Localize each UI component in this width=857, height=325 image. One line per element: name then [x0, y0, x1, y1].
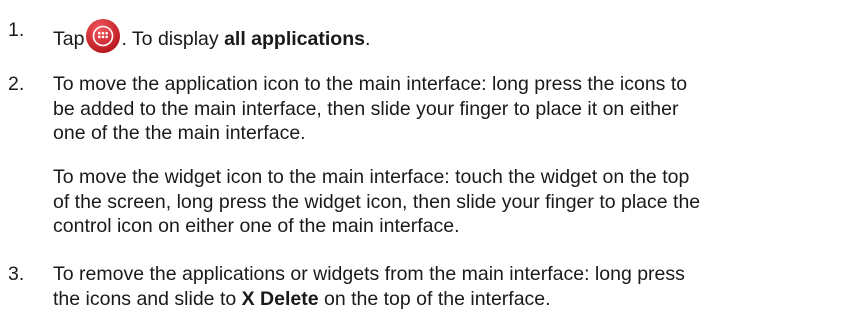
step-2-extra-paragraph: To move the widget icon to the main inte… [53, 165, 853, 239]
step-number: 2. [8, 73, 25, 95]
step-3-line-1: To remove the applications or widgets fr… [53, 263, 685, 285]
step-2-extra-line-1: To move the widget icon to the main inte… [53, 166, 690, 188]
step-number: 1. [8, 19, 25, 41]
step-number: 3. [8, 263, 25, 285]
step-1-bold-text: all applications [224, 28, 365, 50]
step-2-line-2: be added to the main interface, then sli… [53, 97, 679, 120]
step-2-line-1: To move the application icon to the main… [53, 73, 688, 95]
step-3-line-2-before: the icons and slide to [53, 287, 242, 310]
step-2-extra-line-3: control icon on either one of the main i… [53, 215, 460, 237]
step-text: To remove the applications or widgets fr… [53, 262, 853, 311]
step-3-bold-text: X Delete [241, 287, 319, 310]
step-2-line-3: one of the the main interface. [53, 122, 306, 144]
step-text: Tap . To display all applications. [53, 18, 853, 54]
step-1-end: . [364, 28, 371, 50]
step-1-text-after: . To display [121, 28, 225, 50]
step-3-line-2-after: on the top of the interface. [318, 287, 551, 310]
all-apps-icon [85, 18, 121, 54]
step-1-text-before: Tap [53, 28, 85, 50]
step-text: To move the application icon to the main… [53, 72, 853, 146]
step-2-extra-line-2: of the screen, long press the widget ico… [53, 190, 701, 213]
